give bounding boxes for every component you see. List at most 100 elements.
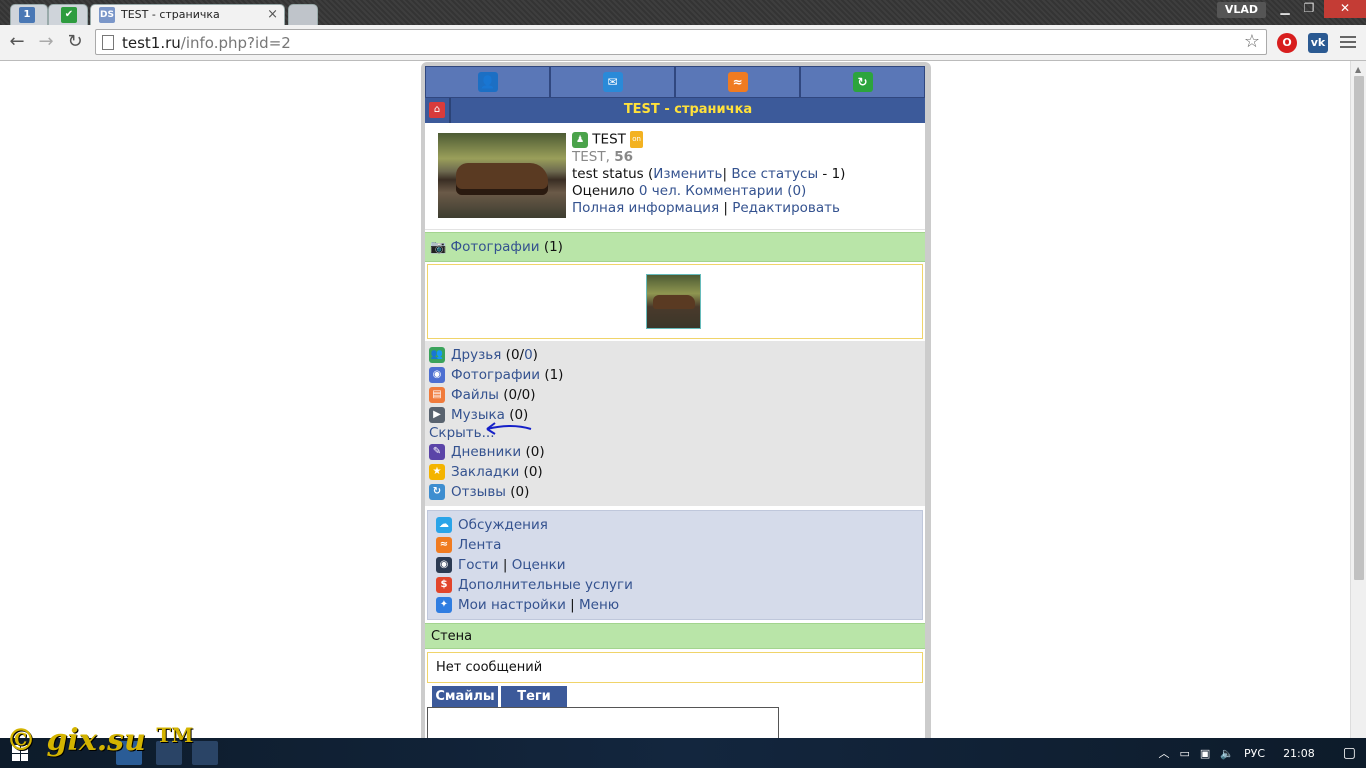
section-diaries[interactable]: ✎ Дневники (0): [429, 442, 921, 462]
vk-extension-icon[interactable]: vk: [1308, 33, 1328, 53]
page-titlebar: ⌂ TEST - страничка: [425, 98, 925, 123]
status-text: test status: [572, 165, 644, 182]
address-bar[interactable]: test1.ru/info.php?id=2 ☆: [95, 29, 1267, 55]
rated-label: Оценило: [572, 182, 635, 199]
discussions-link[interactable]: Обсуждения: [458, 517, 548, 533]
photos-header-link[interactable]: Фотографии: [450, 239, 539, 255]
feed-link[interactable]: Лента: [458, 537, 501, 553]
photos-preview: [427, 264, 923, 339]
rated-link[interactable]: 0 чел.: [639, 183, 681, 199]
menu-services[interactable]: $ Дополнительные услуги: [436, 575, 914, 595]
network-icon[interactable]: ▣: [1200, 747, 1210, 760]
dollar-icon: $: [436, 577, 452, 593]
friends-count-end: ): [532, 347, 538, 363]
section-files[interactable]: ▤ Файлы (0/0): [429, 385, 921, 405]
user-status-icon: ♟: [572, 131, 588, 148]
site-container: 👤 ✉ ≈ ↻ ⌂ TEST - страничка ♟ TEST on TES…: [421, 62, 931, 738]
back-arrow-icon[interactable]: ←: [7, 32, 27, 52]
notifications-icon[interactable]: ▢: [1343, 745, 1356, 761]
nav-mail-button[interactable]: ✉: [550, 66, 675, 98]
bookmark-star-icon[interactable]: ☆: [1244, 31, 1260, 52]
annotation-arrow-icon: [486, 422, 532, 435]
post-form: Смайлы Теги: [425, 686, 925, 738]
tray-chevron-icon[interactable]: ︿: [1159, 745, 1170, 761]
opera-extension-icon[interactable]: O: [1277, 33, 1297, 53]
user-menu: ☁ Обсуждения ≈ Лента ◉ Гости | Оценки $ …: [427, 510, 923, 620]
browser-tab-2[interactable]: ✔: [48, 4, 88, 25]
nav-refresh-button[interactable]: ↻: [800, 66, 925, 98]
tab-tags[interactable]: Теги: [501, 686, 567, 707]
chrome-menu-icon[interactable]: [1340, 34, 1356, 50]
avatar[interactable]: [438, 133, 566, 218]
menu-feed[interactable]: ≈ Лента: [436, 535, 914, 555]
section-bookmarks[interactable]: ★ Закладки (0): [429, 462, 921, 482]
reviews-icon: ↻: [429, 484, 445, 500]
new-tab-button[interactable]: [288, 4, 318, 25]
profile-age: 56: [614, 148, 633, 165]
menu-settings[interactable]: ✦ Мои настройки | Меню: [436, 595, 914, 615]
menu-discussions[interactable]: ☁ Обсуждения: [436, 515, 914, 535]
section-reviews[interactable]: ↻ Отзывы (0): [429, 482, 921, 502]
clock[interactable]: 21:08: [1283, 747, 1315, 760]
volume-icon[interactable]: 🔈: [1220, 747, 1234, 760]
link-separator: |: [723, 199, 728, 216]
reviews-link[interactable]: Отзывы: [451, 484, 506, 500]
menu-link[interactable]: Меню: [579, 597, 619, 613]
watermark-tm: TM: [156, 723, 194, 747]
scroll-up-icon[interactable]: ▲: [1355, 65, 1361, 74]
comments-count-link[interactable]: (0): [787, 183, 806, 199]
friends-count: (0/: [505, 347, 525, 363]
diaries-link[interactable]: Дневники: [451, 444, 521, 460]
restore-icon[interactable]: ❐: [1296, 0, 1322, 18]
browser-tab-active[interactable]: DS TEST - страничка ×: [90, 4, 285, 25]
diaries-count: (0): [525, 444, 545, 460]
hide-row: Скрыть...: [429, 422, 921, 442]
photos-link[interactable]: Фотографии: [451, 367, 540, 383]
camera-icon: 📷: [430, 240, 447, 255]
page-scrollbar[interactable]: ▲: [1350, 61, 1366, 738]
mail-icon: ✉: [602, 72, 623, 92]
guests-link[interactable]: Гости: [458, 557, 499, 573]
profile-name: TEST: [592, 131, 626, 148]
minimize-icon[interactable]: ▁: [1272, 0, 1298, 18]
change-status-link[interactable]: Изменить: [653, 166, 722, 182]
services-link[interactable]: Дополнительные услуги: [458, 577, 633, 593]
close-window-icon[interactable]: ✕: [1324, 0, 1366, 18]
cloud-icon: ☁: [436, 517, 452, 533]
friends-link[interactable]: Друзья: [451, 347, 501, 363]
comments-link[interactable]: Комментарии: [685, 183, 783, 199]
section-friends[interactable]: 👥 Друзья (0/0): [429, 345, 921, 365]
ratings-link[interactable]: Оценки: [512, 557, 566, 573]
taskbar-notepad-icon[interactable]: [192, 741, 218, 765]
nav-feed-button[interactable]: ≈: [675, 66, 800, 98]
message-textarea[interactable]: [427, 707, 779, 738]
edit-profile-link[interactable]: Редактировать: [732, 200, 840, 216]
full-info-link[interactable]: Полная информация: [572, 200, 719, 216]
browser-tab-1[interactable]: 1: [10, 4, 48, 25]
settings-link[interactable]: Мои настройки: [458, 597, 566, 613]
menu-guests[interactable]: ◉ Гости | Оценки: [436, 555, 914, 575]
friends-online-link[interactable]: 0: [524, 347, 533, 363]
profile-badge[interactable]: VLAD: [1216, 2, 1266, 18]
scrollbar-thumb[interactable]: [1354, 76, 1364, 580]
bookmarks-link[interactable]: Закладки: [451, 464, 519, 480]
files-link[interactable]: Файлы: [451, 387, 499, 403]
section-photos[interactable]: ◉ Фотографии (1): [429, 365, 921, 385]
language-indicator[interactable]: РУС: [1244, 747, 1265, 760]
all-statuses-link[interactable]: Все статусы: [731, 166, 818, 182]
battery-icon[interactable]: ▭: [1180, 747, 1190, 760]
home-icon[interactable]: ⌂: [429, 102, 445, 118]
user-icon: 👤: [477, 72, 498, 92]
wrench-icon: ✦: [436, 597, 452, 613]
forward-arrow-icon[interactable]: →: [36, 32, 56, 52]
files-icon: ▤: [429, 387, 445, 403]
photo-thumbnail[interactable]: [646, 274, 701, 329]
online-badge: on: [630, 131, 643, 148]
tab-smiles[interactable]: Смайлы: [432, 686, 498, 707]
bookmarks-count: (0): [523, 464, 543, 480]
nav-profile-button[interactable]: 👤: [425, 66, 550, 98]
files-count: (0/0): [503, 387, 536, 403]
close-tab-icon[interactable]: ×: [267, 7, 278, 22]
music-icon: ▶: [429, 407, 445, 423]
reload-icon[interactable]: ↻: [65, 32, 85, 52]
